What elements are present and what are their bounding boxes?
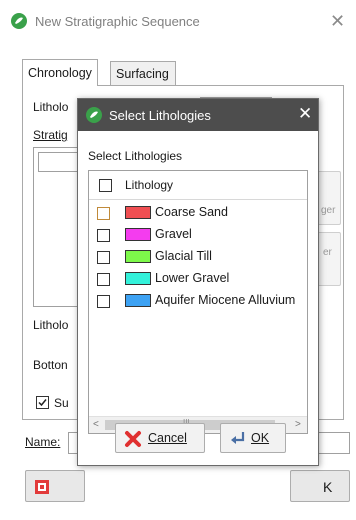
option-checkbox-label: Su: [54, 396, 69, 410]
scroll-left-icon[interactable]: <: [93, 419, 99, 430]
color-swatch: [125, 294, 151, 307]
ok-button[interactable]: OK: [220, 423, 286, 453]
item-checkbox[interactable]: [97, 229, 110, 242]
cancel-button-label: Cancel: [148, 431, 187, 445]
ok-outer-button-text: K: [323, 479, 333, 495]
scroll-right-icon[interactable]: >: [295, 419, 301, 430]
list-item[interactable]: Coarse Sand: [89, 202, 307, 224]
stratigraphy-label: Stratig: [33, 128, 68, 142]
item-label: Aquifer Miocene Alluvium: [155, 293, 296, 307]
ok-outer-button[interactable]: K: [290, 470, 350, 502]
lithology-list[interactable]: Lithology Coarse Sand Gravel Glacial Til…: [88, 170, 308, 434]
move-up-button-text: er: [323, 247, 332, 258]
cancel-icon: [125, 431, 141, 447]
dialog-title: Select Lithologies: [109, 108, 211, 123]
color-swatch: [125, 228, 151, 241]
ok-button-label: OK: [251, 431, 270, 445]
bottom-label: Botton: [33, 358, 68, 372]
list-item[interactable]: Aquifer Miocene Alluvium: [89, 290, 307, 312]
help-button[interactable]: [25, 470, 85, 502]
dialog-titlebar: Select Lithologies ✕: [78, 99, 318, 131]
item-checkbox[interactable]: [97, 295, 110, 308]
item-label: Coarse Sand: [155, 205, 228, 219]
item-checkbox[interactable]: [97, 273, 110, 286]
cancel-button[interactable]: Cancel: [115, 423, 205, 453]
select-all-checkbox[interactable]: [99, 179, 112, 192]
name-label-text: Name:: [25, 435, 61, 449]
option-checkbox[interactable]: [36, 396, 49, 409]
list-item[interactable]: Gravel: [89, 224, 307, 246]
move-down-button-text: ger: [321, 205, 336, 216]
section-label: Select Lithologies: [88, 149, 183, 163]
select-lithologies-dialog: Select Lithologies ✕ Select Lithologies …: [77, 98, 319, 466]
color-swatch: [125, 272, 151, 285]
enter-arrow-icon: [231, 432, 245, 444]
window-titlebar: New Stratigraphic Sequence ✕: [0, 0, 356, 44]
item-checkbox[interactable]: [97, 251, 110, 264]
app-logo-icon: [86, 107, 102, 123]
item-label: Lower Gravel: [155, 271, 230, 285]
color-swatch: [125, 250, 151, 263]
tab-chronology[interactable]: Chronology: [22, 59, 98, 86]
name-label: Name:: [25, 435, 60, 449]
item-checkbox[interactable]: [97, 207, 110, 220]
column-header-lithology: Lithology: [125, 178, 174, 192]
item-label: Gravel: [155, 227, 192, 241]
dialog-close-icon[interactable]: ✕: [298, 104, 312, 124]
lithology-label: Litholo: [33, 100, 69, 114]
item-label: Glacial Till: [155, 249, 212, 263]
color-swatch: [125, 206, 151, 219]
list-header: Lithology: [89, 171, 307, 200]
checkmark-icon: [38, 399, 47, 407]
lithology-bottom-label: Litholo: [33, 318, 69, 332]
list-item[interactable]: Lower Gravel: [89, 268, 307, 290]
window-title: New Stratigraphic Sequence: [35, 14, 200, 29]
lifebuoy-icon: [35, 480, 49, 494]
window-close-icon[interactable]: ✕: [330, 11, 345, 32]
app-logo-icon: [11, 13, 27, 29]
list-item[interactable]: Glacial Till: [89, 246, 307, 268]
tab-surfacing[interactable]: Surfacing: [110, 61, 176, 85]
